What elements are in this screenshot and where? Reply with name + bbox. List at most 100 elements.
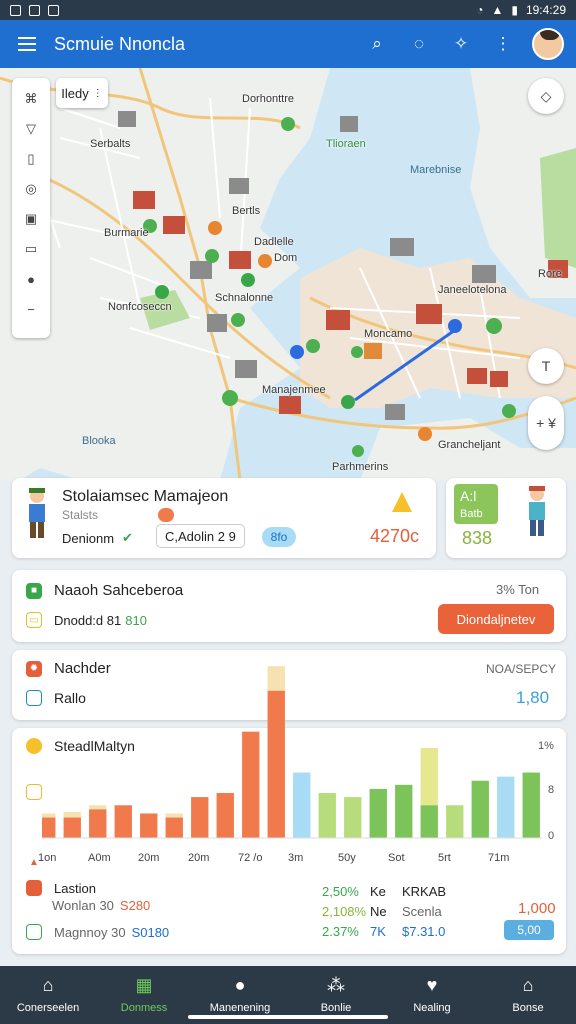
bar <box>318 793 336 838</box>
stat-c: $7.31.0 <box>402 924 446 939</box>
warning-icon <box>392 492 412 512</box>
map-label: Janeelotelona <box>438 284 507 296</box>
document-icon[interactable]: ▭ <box>19 237 43 261</box>
bar <box>293 772 311 838</box>
legend-item: Lastion <box>26 880 96 896</box>
x-tick-label: 5rt <box>438 852 451 864</box>
task-card[interactable]: ■ Naaoh Sahceberoa 3% Ton ▭ Dnodd:d 81 8… <box>12 570 566 642</box>
message-icon: ▭ <box>26 612 42 628</box>
stat-c: KRKAB <box>402 884 447 899</box>
menu-icon[interactable] <box>12 29 42 59</box>
legend-item: Wonlan 30 S280 <box>52 898 151 913</box>
stat-b: Ne <box>370 904 387 919</box>
avatar-icon[interactable]: ● <box>19 267 43 291</box>
bookmark-icon[interactable]: ▯ <box>19 147 43 171</box>
bar <box>114 805 132 838</box>
badge-icon[interactable]: ✧ <box>446 29 476 59</box>
user-icon: ● <box>234 974 246 995</box>
avatar[interactable] <box>532 28 564 60</box>
map-label: Manajenmee <box>262 384 326 396</box>
bar <box>216 793 234 838</box>
more-icon[interactable]: ⋮ <box>488 29 518 59</box>
lasso-icon[interactable]: ⌘ <box>19 87 43 111</box>
summary-card[interactable]: Stolaiamsec Mamajeon Stalsts Denionm ✔ C… <box>12 478 436 558</box>
compass-button[interactable]: ◇ <box>528 78 564 114</box>
bar <box>242 731 260 838</box>
y-tick-zero: 0 <box>548 830 555 842</box>
home-indicator <box>188 1015 388 1019</box>
task-title: Naaoh Sahceberoa <box>54 582 184 599</box>
card-title: Stolaiamsec Mamajeon <box>62 488 229 505</box>
bar <box>165 817 183 838</box>
stat-a: 2,108% <box>322 904 367 919</box>
y-tick-top: 1% <box>538 740 554 752</box>
bar-cap <box>89 805 107 810</box>
nav-house[interactable]: ⌂ Bonse <box>488 974 568 1015</box>
map-label: Parhmerins <box>332 461 389 473</box>
nav-meals[interactable]: ♥ Nealing <box>392 974 472 1015</box>
coin-icon <box>26 738 42 754</box>
pin-icon[interactable]: ▽ <box>19 117 43 141</box>
bar <box>140 813 158 838</box>
app-title: Scmuie Nnoncla <box>54 33 186 54</box>
battery-icon: ▮ <box>511 3 518 17</box>
map-label: Schnalonne <box>215 292 274 304</box>
action-button[interactable]: Diondaljnetev <box>438 604 554 634</box>
nav-buildings[interactable]: ▦ Donmess <box>104 974 184 1015</box>
layers-icon[interactable]: ◎ <box>19 177 43 201</box>
map-label: Dadlelle <box>254 236 294 248</box>
calendar-icon[interactable]: ▣ <box>19 207 43 231</box>
wifi-icon: ◔ <box>476 3 484 17</box>
map-view[interactable]: Dorhonttre Serbalts Tlioraen Bertls Burm… <box>0 68 576 480</box>
map-filter-chip[interactable]: Iledy ⋮ <box>56 78 108 108</box>
x-tick-label: 1on <box>38 852 57 864</box>
check-icon: ✔ <box>122 530 133 545</box>
map-canvas <box>0 68 576 480</box>
status-chip[interactable]: Denionm ✔ <box>62 530 133 546</box>
task-header: ■ Naaoh Sahceberoa <box>26 582 183 599</box>
nav-people[interactable]: ● Manenening <box>200 974 280 1015</box>
progress-card[interactable]: A:l Batb 838 <box>446 478 566 558</box>
chat-icon[interactable]: ◌ <box>404 29 434 59</box>
x-tick-label: 50y <box>338 852 356 864</box>
bar-cap <box>165 813 183 818</box>
legend-swatch <box>26 880 42 896</box>
progress-label: Batb <box>460 508 483 520</box>
bar <box>369 788 387 838</box>
legend-swatch <box>26 924 42 940</box>
nav-groups[interactable]: ⁂ Bonlie <box>296 974 376 1015</box>
x-tick-label: Sot <box>388 852 405 864</box>
bar <box>63 817 81 838</box>
signal-icon: ▲ <box>491 3 504 17</box>
x-tick-label: 20m <box>138 852 160 864</box>
minus-icon[interactable]: − <box>19 297 43 321</box>
nav-home[interactable]: ⌂ Conerseelen <box>8 974 88 1015</box>
x-axis-labels: 1on A0m 20m 20m 72 /o 3m 50y Sot 5rt 71m <box>38 852 552 868</box>
map-toolbar: ⌘ ▽ ▯ ◎ ▣ ▭ ● − <box>12 78 50 338</box>
text-tool-button[interactable]: T <box>528 348 564 384</box>
notification-icon <box>29 4 40 16</box>
search-icon[interactable]: ⌕ <box>362 29 392 59</box>
stat-a: 2,50% <box>322 884 359 899</box>
gear-icon: ✹ <box>26 660 42 677</box>
cup-icon: ♥ <box>426 974 438 995</box>
stat-b: Ke <box>370 884 386 899</box>
card-subtitle: Stalsts <box>62 508 99 522</box>
app-bar: Scmuie Nnoncla ⌕ ◌ ✧ ⋮ <box>0 20 576 68</box>
zoom-control[interactable]: + ¥ <box>528 396 564 450</box>
notification-icon <box>48 4 59 16</box>
map-label: Marebnise <box>410 164 462 176</box>
map-label: Dom <box>274 252 298 264</box>
map-label: Rore <box>538 268 562 280</box>
map-label: Tlioraen <box>326 138 366 150</box>
map-label: Serbalts <box>90 138 131 150</box>
x-tick-label: 72 /o <box>238 852 263 864</box>
bar-cap <box>267 666 285 691</box>
detail-field[interactable]: C,Adolin 2 9 <box>156 524 245 548</box>
info-badge: 8fo <box>262 527 296 547</box>
right-value: 1,000 <box>518 900 556 917</box>
map-label: Moncamo <box>364 328 413 340</box>
right-badge: 5,00 <box>504 920 554 940</box>
map-label: Bertls <box>232 205 261 217</box>
status-dot <box>158 508 174 522</box>
